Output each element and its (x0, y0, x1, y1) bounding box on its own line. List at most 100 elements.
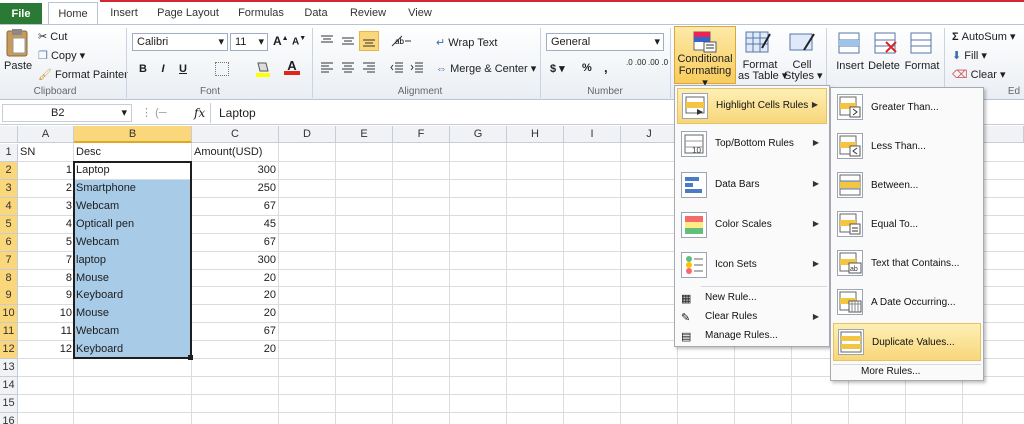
tab-insert[interactable]: Insert (104, 2, 144, 24)
cell-sn[interactable]: 2 (18, 180, 72, 198)
copy-button[interactable]: ❐ Copy ▾ (38, 49, 85, 62)
insert-cells-icon[interactable] (836, 30, 862, 56)
cell-amount[interactable]: 67 (192, 323, 276, 341)
row-header[interactable]: 11 (0, 323, 18, 341)
paste-icon[interactable] (4, 28, 30, 58)
cell-desc[interactable]: Smartphone (76, 180, 190, 198)
header-cell-sn[interactable]: SN (20, 144, 35, 162)
cell-sn[interactable]: 11 (18, 323, 72, 341)
clear-button[interactable]: ⌫ Clear ▾ (952, 68, 1006, 81)
select-all-corner[interactable] (0, 126, 18, 143)
font-size-select[interactable]: 11 ▾ (230, 33, 268, 51)
cell-desc[interactable]: laptop (76, 252, 190, 270)
menu-item-manage-rules[interactable]: ▤ Manage Rules... (677, 328, 827, 346)
row-header[interactable]: 16 (0, 413, 18, 424)
conditional-formatting-button[interactable]: Conditional Formatting ▾ (674, 26, 736, 89)
column-header-j[interactable]: J (621, 126, 678, 143)
cell-styles-button[interactable]: Cell Styles ▾ (784, 60, 823, 82)
row-header[interactable]: 9 (0, 287, 18, 305)
menu-item-icon-sets[interactable]: Icon Sets ▶ (677, 248, 827, 284)
decrease-decimal-button[interactable]: .00 .0 (648, 58, 668, 67)
row-header[interactable]: 12 (0, 341, 18, 359)
row-header[interactable]: 10 (0, 305, 18, 323)
column-header-c[interactable]: C (192, 126, 279, 143)
submenu-item-text-contains[interactable]: ab Text that Contains... (833, 246, 981, 282)
format-cells-icon[interactable] (908, 30, 934, 56)
cell-sn[interactable]: 4 (18, 216, 72, 234)
cell-desc[interactable]: Webcam (76, 323, 190, 341)
cell-amount[interactable]: 20 (192, 287, 276, 305)
submenu-item-less-than[interactable]: Less Than... (833, 129, 981, 165)
column-header-g[interactable]: G (450, 126, 507, 143)
row-header[interactable]: 5 (0, 216, 18, 234)
row-header[interactable]: 15 (0, 395, 18, 413)
cell-sn[interactable]: 10 (18, 305, 72, 323)
cell-amount[interactable]: 20 (192, 341, 276, 359)
cell-desc[interactable]: Keyboard (76, 341, 190, 359)
cell-amount[interactable]: 67 (192, 198, 276, 216)
italic-button[interactable]: I (154, 60, 172, 78)
currency-button[interactable]: $ ▾ (550, 62, 565, 75)
submenu-item-date-occurring[interactable]: A Date Occurring... (833, 285, 981, 321)
cell-sn[interactable]: 9 (18, 287, 72, 305)
row-header[interactable]: 3 (0, 180, 18, 198)
number-format-select[interactable]: General ▾ (546, 33, 664, 51)
submenu-item-between[interactable]: Between... (833, 168, 981, 204)
cell-sn[interactable]: 7 (18, 252, 72, 270)
row-header[interactable]: 7 (0, 252, 18, 270)
delete-button[interactable]: Delete (866, 60, 902, 72)
comma-button[interactable]: , (604, 60, 608, 75)
wrap-text-button[interactable]: ↵ Wrap Text (436, 36, 497, 49)
delete-cells-icon[interactable] (872, 30, 898, 56)
cell-desc[interactable]: Webcam (76, 198, 190, 216)
cell-desc[interactable]: Opticall pen (76, 216, 190, 234)
menu-item-top-bottom-rules[interactable]: 10 Top/Bottom Rules ▶ (677, 127, 827, 163)
decrease-indent-icon[interactable] (390, 61, 404, 75)
row-header[interactable]: 6 (0, 234, 18, 252)
row-header[interactable]: 4 (0, 198, 18, 216)
tab-file[interactable]: File (0, 3, 42, 25)
align-top-icon[interactable] (320, 34, 334, 48)
tab-view[interactable]: View (400, 2, 440, 24)
insert-function-button[interactable]: fx (194, 104, 205, 122)
header-cell-desc[interactable]: Desc (76, 144, 101, 162)
menu-item-data-bars[interactable]: Data Bars ▶ (677, 168, 827, 204)
format-as-table-button[interactable]: Formatas Table ▾ (738, 60, 787, 82)
column-header-f[interactable]: F (393, 126, 450, 143)
cut-button[interactable]: ✂ Cut (38, 30, 67, 43)
cell-desc[interactable]: Mouse (76, 270, 190, 288)
font-name-select[interactable]: Calibri ▾ (132, 33, 228, 51)
paste-button[interactable]: Paste (4, 60, 32, 72)
submenu-item-equal-to[interactable]: Equal To... (833, 207, 981, 243)
cell-sn[interactable]: 12 (18, 341, 72, 359)
bold-button[interactable]: B (134, 60, 152, 78)
cell-amount[interactable]: 300 (192, 162, 276, 180)
menu-item-color-scales[interactable]: Color Scales ▶ (677, 208, 827, 244)
column-header-i[interactable]: I (564, 126, 621, 143)
submenu-item-more-rules[interactable]: More Rules... (833, 366, 981, 380)
submenu-item-duplicate-values[interactable]: Duplicate Values... (833, 323, 981, 361)
autosum-button[interactable]: Σ AutoSum ▾ (952, 30, 1016, 43)
column-header-e[interactable]: E (336, 126, 393, 143)
tab-review[interactable]: Review (344, 2, 392, 24)
name-box[interactable]: B2 ▾ (2, 104, 132, 122)
align-right-icon[interactable] (362, 61, 376, 75)
tab-page-layout[interactable]: Page Layout (152, 2, 224, 24)
cell-amount[interactable]: 20 (192, 305, 276, 323)
tab-home[interactable]: Home (48, 2, 98, 24)
cell-styles-icon[interactable] (788, 30, 816, 56)
row-header[interactable]: 14 (0, 377, 18, 395)
cell-desc[interactable]: Mouse (76, 305, 190, 323)
row-header[interactable]: 13 (0, 359, 18, 377)
header-cell-amount[interactable]: Amount(USD) (194, 144, 262, 162)
align-center-icon[interactable] (341, 61, 355, 75)
row-header[interactable]: 8 (0, 270, 18, 288)
format-as-table-icon[interactable] (744, 30, 772, 56)
cell-amount[interactable]: 300 (192, 252, 276, 270)
cell-sn[interactable]: 3 (18, 198, 72, 216)
format-painter-button[interactable]: 🖌 Format Painter (38, 68, 128, 81)
shrink-font-button[interactable]: A▼ (292, 35, 306, 47)
align-middle-icon[interactable] (341, 34, 355, 48)
fill-button[interactable]: ⬇ Fill ▾ (952, 49, 987, 62)
cell-amount[interactable]: 67 (192, 234, 276, 252)
